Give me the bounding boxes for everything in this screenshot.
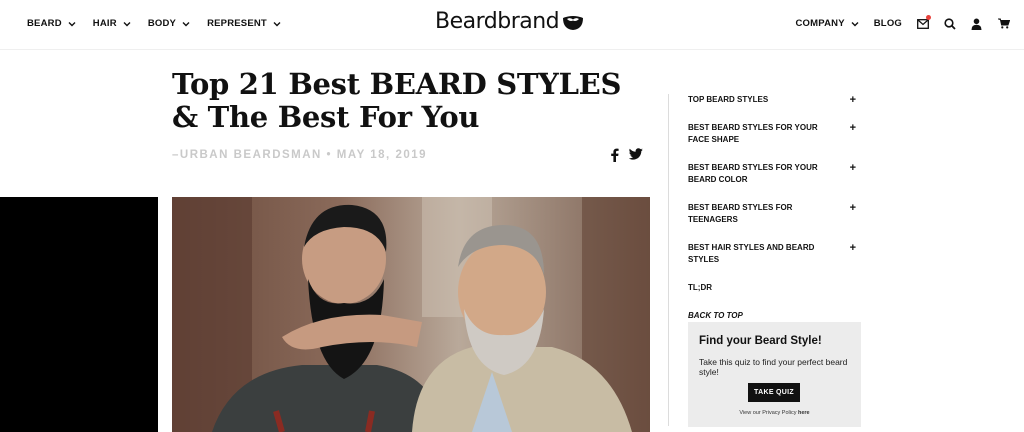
notification-dot bbox=[926, 15, 931, 20]
nav-hair-label: HAIR bbox=[92, 18, 117, 29]
toc-item-label: BEST BEARD STYLES FOR YOUR FACE SHAPE bbox=[688, 122, 818, 145]
mustache-logo-icon bbox=[563, 15, 584, 30]
privacy-link[interactable]: here bbox=[798, 410, 810, 416]
plus-icon: + bbox=[849, 94, 856, 106]
privacy-text: View our Privacy Policy bbox=[739, 410, 797, 416]
toc-item-top-beard-styles[interactable]: TOP BEARD STYLES + bbox=[688, 94, 860, 107]
main-nav: BEARD HAIR BODY REPRESENT bbox=[27, 18, 282, 29]
nav-blog-label: BLOG bbox=[873, 18, 902, 29]
chevron-down-icon bbox=[123, 21, 131, 26]
chevron-down-icon bbox=[273, 21, 281, 26]
article-byline: –URBAN BEARDSMAN • MAY 18, 2019 bbox=[172, 149, 428, 161]
toc-item-tldr[interactable]: TL;DR bbox=[688, 282, 860, 295]
cart-icon[interactable] bbox=[997, 17, 1010, 30]
toc-item-label: TL;DR bbox=[688, 282, 712, 292]
toc-item-face-shape[interactable]: BEST BEARD STYLES FOR YOUR FACE SHAPE + bbox=[688, 122, 860, 147]
nav-represent-label: REPRESENT bbox=[207, 18, 267, 29]
quiz-title: Find your Beard Style! bbox=[699, 335, 822, 347]
nav-hair[interactable]: HAIR bbox=[93, 18, 132, 29]
share-buttons bbox=[610, 148, 643, 162]
black-panel bbox=[0, 197, 158, 432]
toc-item-hair-and-beard[interactable]: BEST HAIR STYLES AND BEARD STYLES + bbox=[688, 242, 860, 267]
chevron-down-icon bbox=[851, 21, 859, 26]
nav-body-label: BODY bbox=[147, 18, 177, 29]
toc-item-teenagers[interactable]: BEST BEARD STYLES FOR TEENAGERS + bbox=[688, 202, 860, 227]
secondary-nav: COMPANY BLOG bbox=[795, 15, 1010, 30]
toc-item-beard-color[interactable]: BEST BEARD STYLES FOR YOUR BEARD COLOR + bbox=[688, 162, 860, 187]
nav-beard-label: BEARD bbox=[27, 18, 62, 29]
plus-icon: + bbox=[849, 121, 856, 134]
privacy-note: View our Privacy Policy here bbox=[688, 410, 861, 416]
toc-item-label: BEST BEARD STYLES FOR YOUR BEARD COLOR bbox=[688, 162, 818, 185]
search-icon[interactable] bbox=[943, 17, 956, 30]
plus-icon: + bbox=[849, 201, 856, 214]
site-header: BEARD HAIR BODY REPRESENT Beardbrand COM… bbox=[0, 0, 1024, 50]
mail-icon[interactable] bbox=[916, 15, 931, 30]
nav-beard[interactable]: BEARD bbox=[27, 18, 77, 29]
nav-represent[interactable]: REPRESENT bbox=[207, 18, 282, 29]
toc-item-back-to-top[interactable]: BACK TO TOP bbox=[688, 310, 860, 323]
logo-text: Beardbrand bbox=[435, 9, 560, 34]
sidebar-divider bbox=[668, 94, 669, 426]
hero-photo bbox=[172, 197, 650, 432]
facebook-icon[interactable] bbox=[610, 148, 619, 162]
plus-icon: + bbox=[849, 241, 856, 254]
user-icon[interactable] bbox=[970, 17, 983, 30]
table-of-contents: TOP BEARD STYLES + BEST BEARD STYLES FOR… bbox=[688, 94, 860, 323]
twitter-icon[interactable] bbox=[629, 148, 643, 160]
quiz-description: Take this quiz to find your perfect bear… bbox=[699, 357, 848, 377]
site-logo[interactable]: Beardbrand bbox=[435, 9, 584, 34]
toc-item-label: BACK TO TOP bbox=[688, 311, 743, 320]
chevron-down-icon bbox=[68, 21, 76, 26]
nav-body[interactable]: BODY bbox=[148, 18, 191, 29]
toc-item-label: TOP BEARD STYLES bbox=[688, 95, 769, 104]
plus-icon: + bbox=[849, 161, 856, 174]
page-title: Top 21 Best BEARD STYLES & The Best For … bbox=[172, 67, 622, 134]
nav-company[interactable]: COMPANY bbox=[795, 18, 859, 29]
quiz-box: Find your Beard Style! Take this quiz to… bbox=[688, 322, 861, 427]
take-quiz-button[interactable]: TAKE QUIZ bbox=[748, 383, 800, 402]
chevron-down-icon bbox=[182, 21, 190, 26]
nav-company-label: COMPANY bbox=[795, 18, 845, 29]
hero-image bbox=[172, 197, 650, 432]
toc-item-label: BEST BEARD STYLES FOR TEENAGERS bbox=[688, 202, 793, 225]
nav-blog[interactable]: BLOG bbox=[874, 18, 902, 29]
toc-item-label: BEST HAIR STYLES AND BEARD STYLES bbox=[688, 242, 815, 265]
